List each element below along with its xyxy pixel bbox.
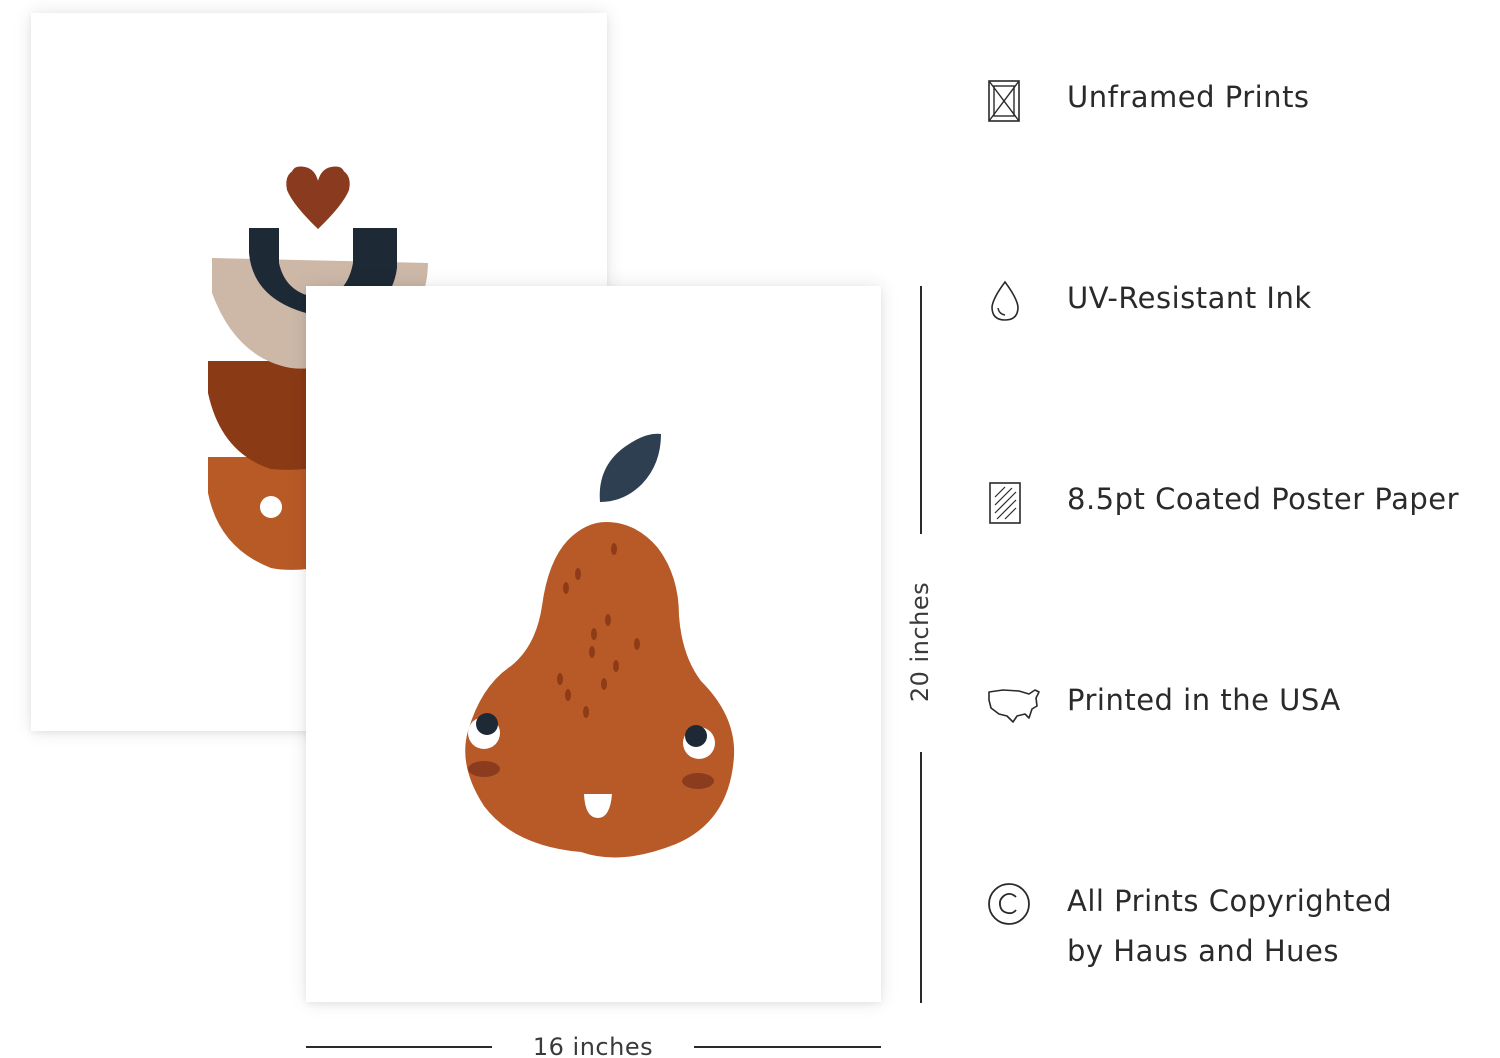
width-dimension-label: 16 inches xyxy=(532,1033,654,1058)
bowl-dot xyxy=(260,496,282,518)
right-cheek xyxy=(682,773,714,789)
width-dimension-line-left xyxy=(306,1046,492,1048)
pear-leaf xyxy=(599,433,661,502)
feature-copyright: All Prints Copyrighted by Haus and Hues xyxy=(985,876,1392,976)
left-cheek xyxy=(468,761,500,777)
usa-map-icon xyxy=(985,675,1051,731)
feature-label-unframed: Unframed Prints xyxy=(1067,80,1310,114)
feature-label-usa: Printed in the USA xyxy=(1067,683,1341,717)
pear-art xyxy=(465,433,735,858)
feature-list: Unframed Prints UV-Resistant Ink 8.5pt C… xyxy=(985,0,1500,1058)
feature-ink: UV-Resistant Ink xyxy=(985,273,1312,329)
feature-unframed: Unframed Prints xyxy=(985,72,1310,128)
feature-label-ink: UV-Resistant Ink xyxy=(1067,281,1312,315)
ink-drop-icon xyxy=(985,273,1051,329)
feature-usa: Printed in the USA xyxy=(985,675,1341,731)
feature-label-copyright: All Prints Copyrighted by Haus and Hues xyxy=(1067,884,1393,968)
height-dimension-line-bottom xyxy=(920,752,922,1003)
unframed-icon xyxy=(985,72,1051,128)
paper-icon xyxy=(985,474,1051,530)
feature-label-paper: 8.5pt Coated Poster Paper xyxy=(1067,482,1460,516)
feature-paper: 8.5pt Coated Poster Paper xyxy=(985,474,1459,530)
width-dimension-line-right xyxy=(694,1046,881,1048)
heart-shape-fill xyxy=(286,167,350,229)
height-dimension-label: 20 inches xyxy=(906,581,934,703)
height-dimension-line-top xyxy=(920,286,922,534)
pear-print xyxy=(306,286,881,1002)
product-infographic: 20 inches 16 inches Unframed Prints UV-R… xyxy=(0,0,1500,1058)
copyright-icon xyxy=(985,876,1051,932)
